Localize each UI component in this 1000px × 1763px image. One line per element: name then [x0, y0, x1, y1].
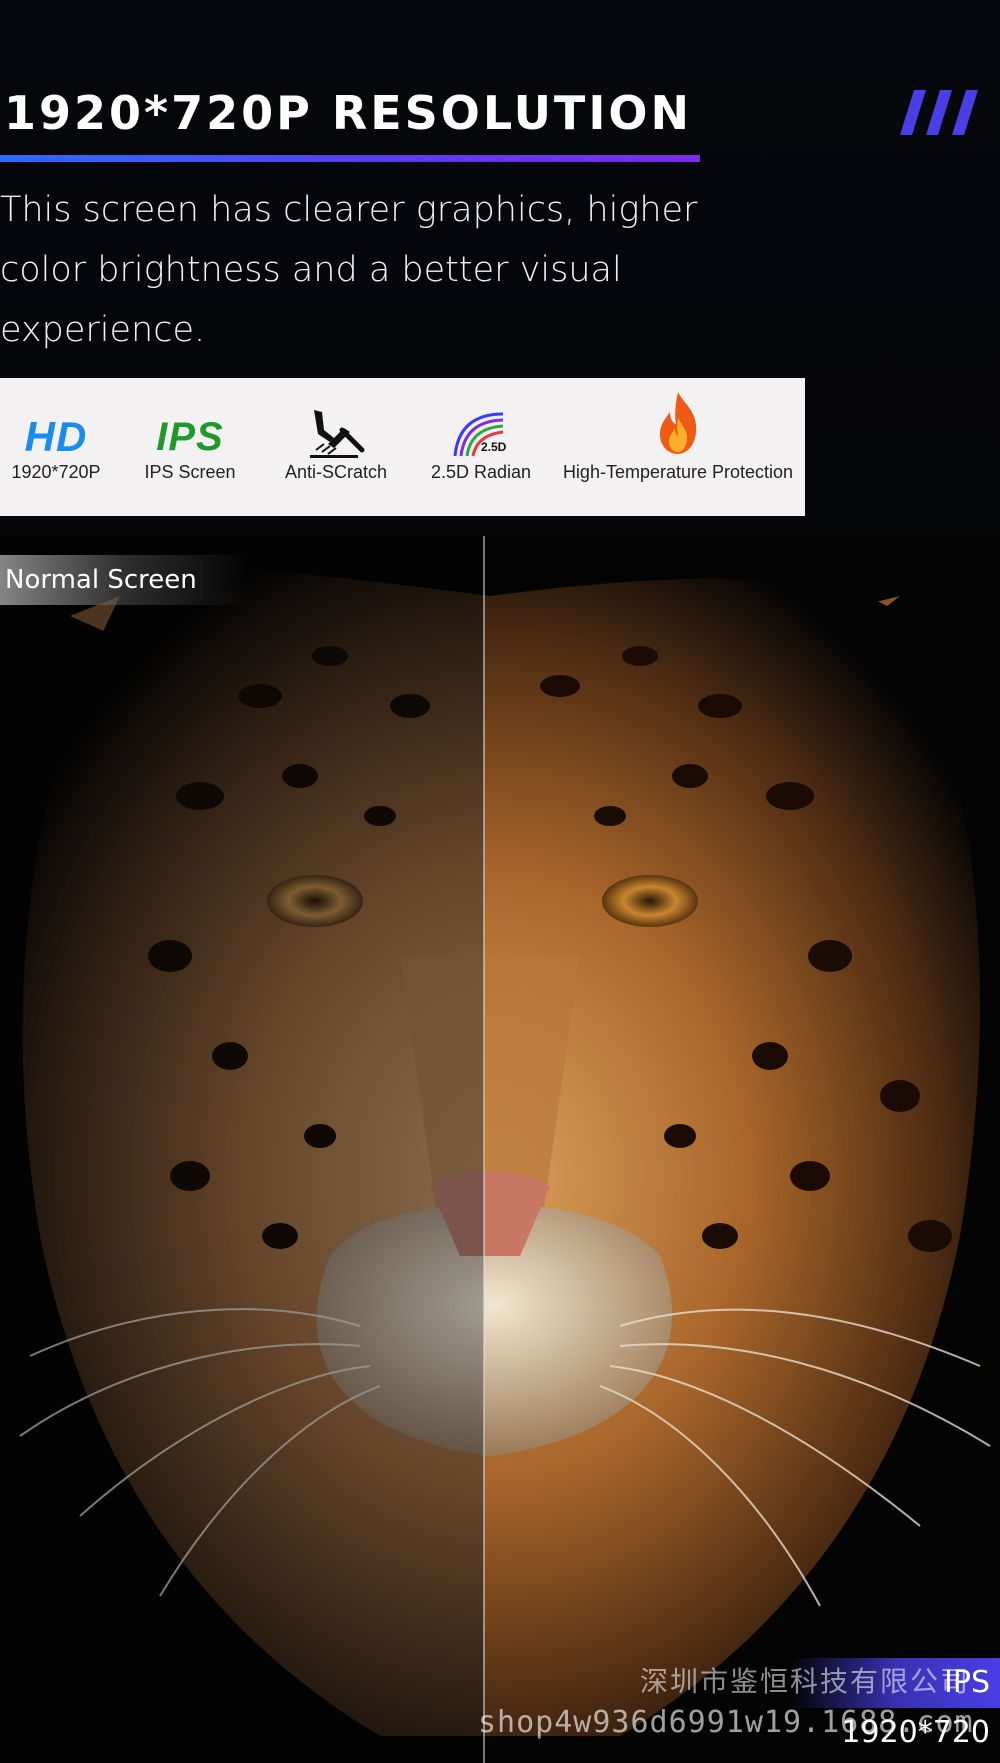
hd-logo-icon: HD: [24, 413, 88, 460]
feature-2-5d: 2.5D 2.5D Radian: [420, 378, 542, 516]
page-title: 1920*720P RESOLUTION: [4, 86, 693, 140]
feature-label: 2.5D Radian: [430, 462, 532, 482]
feature-high-temperature: High-Temperature Protection: [560, 378, 796, 516]
feature-description: This screen has clearer graphics, higher…: [0, 190, 698, 350]
feature-strip: HD 1920*720P IPS IPS Screen Anti-SCratch: [0, 378, 805, 516]
hammer-scratch-icon: [310, 410, 365, 458]
ips-logo-icon: IPS: [156, 415, 224, 459]
triple-slash-icon: [900, 90, 978, 135]
title-underline: [0, 155, 700, 162]
curved-edge-icon: 2.5D: [453, 412, 507, 457]
product-page: 1920*720P RESOLUTION This screen has cle…: [0, 0, 1000, 1763]
feature-label: High-Temperature Protection: [562, 462, 794, 482]
comparison-image: [0, 536, 1000, 1763]
shop-url-watermark: shop4w936d6991w19.1688.com: [478, 1705, 974, 1740]
feature-ips: IPS IPS Screen: [132, 378, 248, 516]
company-watermark: 深圳市鉴恒科技有限公司: [640, 1665, 971, 1698]
curved-edge-icon-text: 2.5D: [481, 440, 507, 454]
comparison-divider: [483, 536, 485, 1763]
feature-label: 1920*720P: [11, 462, 101, 482]
flame-icon: [660, 392, 697, 454]
feature-hd: HD 1920*720P: [0, 378, 112, 516]
normal-screen-label: Normal Screen: [0, 555, 248, 605]
leopard-face-illustration: [0, 536, 1000, 1763]
feature-label: IPS Screen: [144, 462, 236, 482]
feature-anti-scratch: Anti-SCratch: [272, 378, 400, 516]
feature-label: Anti-SCratch: [284, 462, 388, 482]
